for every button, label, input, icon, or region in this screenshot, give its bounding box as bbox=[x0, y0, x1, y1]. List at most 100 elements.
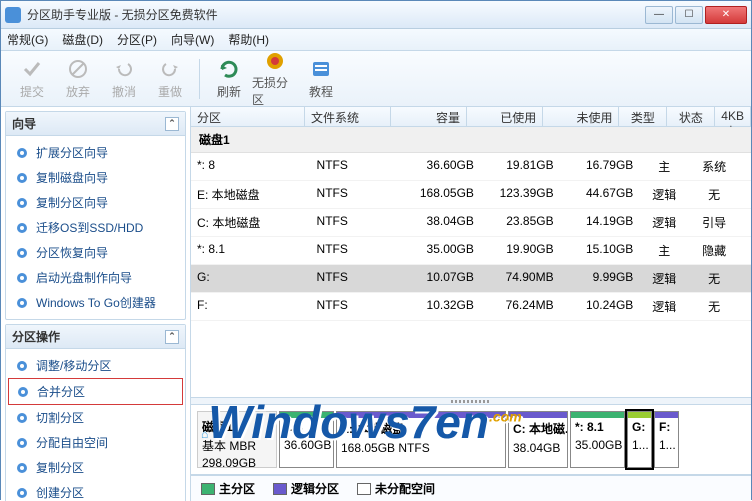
undo-button[interactable]: 撤消 bbox=[101, 54, 147, 104]
menu-partition[interactable]: 分区(P) bbox=[117, 31, 157, 48]
window-title: 分区助手专业版 - 无损分区免费软件 bbox=[27, 6, 645, 23]
partition-row[interactable]: *: 8.1NTFS35.00GB19.90GB15.10GB主隐藏 bbox=[191, 237, 751, 265]
disk-map: 磁盘1基本 MBR298.09GB*: 836.60GBE: 本地磁盘168.0… bbox=[191, 405, 751, 475]
wizard-item-label: Windows To Go创建器 bbox=[36, 294, 156, 311]
col-fs[interactable]: 文件系统 bbox=[305, 107, 391, 126]
discard-icon bbox=[66, 57, 90, 81]
map-segment[interactable]: E: 本地磁盘168.05GB NTFS bbox=[336, 411, 506, 468]
map-segment[interactable]: G:1... bbox=[627, 411, 652, 468]
redo-icon bbox=[158, 57, 182, 81]
ops-icon bbox=[15, 384, 31, 400]
col-partition[interactable]: 分区 bbox=[191, 107, 305, 126]
wizard-icon bbox=[14, 145, 30, 161]
col-type[interactable]: 类型 bbox=[619, 107, 667, 126]
tutorial-button[interactable]: 教程 bbox=[298, 54, 344, 104]
legend-unalloc: 未分配空间 bbox=[357, 480, 435, 497]
wizard-icon bbox=[14, 245, 30, 261]
app-icon bbox=[5, 7, 21, 23]
wizard-icon bbox=[14, 270, 30, 286]
map-segment[interactable]: *: 8.135.00GB bbox=[570, 411, 625, 468]
minimize-button[interactable]: — bbox=[645, 6, 673, 24]
ops-item-label: 切割分区 bbox=[36, 409, 84, 426]
partition-row[interactable]: F:NTFS10.32GB76.24MB10.24GB逻辑无 bbox=[191, 293, 751, 321]
wizard-item-label: 扩展分区向导 bbox=[36, 144, 108, 161]
ops-panel: 分区操作⌃ 调整/移动分区合并分区切割分区分配自由空间复制分区创建分区删除分区格… bbox=[5, 324, 186, 501]
col-status[interactable]: 状态 bbox=[667, 107, 715, 126]
wizard-item-label: 复制分区向导 bbox=[36, 194, 108, 211]
maximize-button[interactable]: ☐ bbox=[675, 6, 703, 24]
ops-item[interactable]: 分配自由空间 bbox=[8, 430, 183, 455]
wizard-item[interactable]: 复制分区向导 bbox=[8, 190, 183, 215]
ops-icon bbox=[14, 435, 30, 451]
ops-item[interactable]: 复制分区 bbox=[8, 455, 183, 480]
wizard-item[interactable]: 分区恢复向导 bbox=[8, 240, 183, 265]
disk-info[interactable]: 磁盘1基本 MBR298.09GB bbox=[197, 411, 277, 468]
menu-wizard[interactable]: 向导(W) bbox=[171, 31, 214, 48]
splitter[interactable] bbox=[191, 397, 751, 405]
ops-item-label: 复制分区 bbox=[36, 459, 84, 476]
partition-row[interactable]: G:NTFS10.07GB74.90MB9.99GB逻辑无 bbox=[191, 265, 751, 293]
col-unused[interactable]: 未使用 bbox=[543, 107, 619, 126]
col-used[interactable]: 已使用 bbox=[467, 107, 543, 126]
map-segment[interactable]: *: 836.60GB bbox=[279, 411, 334, 468]
ops-icon bbox=[14, 358, 30, 374]
ops-item[interactable]: 切割分区 bbox=[8, 405, 183, 430]
collapse-icon[interactable]: ⌃ bbox=[165, 117, 179, 131]
menu-help[interactable]: 帮助(H) bbox=[228, 31, 269, 48]
partition-row[interactable]: E: 本地磁盘NTFS168.05GB123.39GB44.67GB逻辑无 bbox=[191, 181, 751, 209]
grid-body[interactable]: 磁盘1*: 8NTFS36.60GB19.81GB16.79GB主系统E: 本地… bbox=[191, 127, 751, 397]
close-button[interactable]: ✕ bbox=[705, 6, 747, 24]
ops-item-label: 创建分区 bbox=[36, 484, 84, 501]
redo-button[interactable]: 重做 bbox=[147, 54, 193, 104]
col-capacity[interactable]: 容量 bbox=[391, 107, 467, 126]
ops-item-label: 合并分区 bbox=[37, 383, 85, 400]
ops-item[interactable]: 合并分区 bbox=[8, 378, 183, 405]
wizard-item[interactable]: 复制磁盘向导 bbox=[8, 165, 183, 190]
partition-row[interactable]: C: 本地磁盘NTFS38.04GB23.85GB14.19GB逻辑引导 bbox=[191, 209, 751, 237]
wizard-item[interactable]: Windows To Go创建器 bbox=[8, 290, 183, 315]
ops-icon bbox=[14, 485, 30, 501]
wizard-icon bbox=[14, 170, 30, 186]
ops-item-label: 调整/移动分区 bbox=[36, 357, 111, 374]
check-icon bbox=[20, 57, 44, 81]
lossless-button[interactable]: 无损分区 bbox=[252, 54, 298, 104]
titlebar: 分区助手专业版 - 无损分区免费软件 — ☐ ✕ bbox=[1, 1, 751, 29]
legend-primary: 主分区 bbox=[201, 480, 255, 497]
ops-icon bbox=[14, 460, 30, 476]
ops-item-label: 分配自由空间 bbox=[36, 434, 108, 451]
discard-button[interactable]: 放弃 bbox=[55, 54, 101, 104]
map-segment[interactable]: C: 本地磁...38.04GB bbox=[508, 411, 568, 468]
wizard-panel-title: 向导 bbox=[12, 115, 36, 132]
legend: 主分区 逻辑分区 未分配空间 bbox=[191, 475, 751, 501]
sidebar: 向导 ⌃ 扩展分区向导复制磁盘向导复制分区向导迁移OS到SSD/HDD 分区恢复向导… bbox=[1, 107, 191, 501]
col-4k[interactable]: 4KB对 bbox=[715, 107, 751, 126]
ops-item[interactable]: 创建分区 bbox=[8, 480, 183, 501]
partition-icon bbox=[263, 50, 287, 72]
legend-logical: 逻辑分区 bbox=[273, 480, 339, 497]
wizard-item-label: 复制磁盘向导 bbox=[36, 169, 108, 186]
wizard-item-label: 迁移OS到SSD/HDD bbox=[36, 219, 143, 236]
refresh-button[interactable]: 刷新 bbox=[206, 54, 252, 104]
refresh-icon bbox=[217, 57, 241, 81]
menu-disk[interactable]: 磁盘(D) bbox=[62, 31, 103, 48]
submit-button[interactable]: 提交 bbox=[9, 54, 55, 104]
wizard-item-label: 分区恢复向导 bbox=[36, 244, 108, 261]
ops-item[interactable]: 调整/移动分区 bbox=[8, 353, 183, 378]
content-area: 分区 文件系统 容量 已使用 未使用 类型 状态 4KB对 磁盘1*: 8NTF… bbox=[191, 107, 751, 501]
disk-row[interactable]: 磁盘1 bbox=[191, 127, 751, 153]
wizard-icon bbox=[14, 195, 30, 211]
toolbar: 提交 放弃 撤消 重做 刷新 无损分区 教程 bbox=[1, 51, 751, 107]
collapse-icon[interactable]: ⌃ bbox=[165, 330, 179, 344]
wizard-item[interactable]: 迁移OS到SSD/HDD bbox=[8, 215, 183, 240]
ops-icon bbox=[14, 410, 30, 426]
grid-header: 分区 文件系统 容量 已使用 未使用 类型 状态 4KB对 bbox=[191, 107, 751, 127]
undo-icon bbox=[112, 57, 136, 81]
map-segment[interactable]: F:1... bbox=[654, 411, 679, 468]
menu-general[interactable]: 常规(G) bbox=[7, 31, 48, 48]
wizard-panel: 向导 ⌃ 扩展分区向导复制磁盘向导复制分区向导迁移OS到SSD/HDD 分区恢复向导… bbox=[5, 111, 186, 320]
wizard-item[interactable]: 扩展分区向导 bbox=[8, 140, 183, 165]
wizard-item-label: 启动光盘制作向导 bbox=[36, 269, 132, 286]
wizard-item[interactable]: 启动光盘制作向导 bbox=[8, 265, 183, 290]
partition-row[interactable]: *: 8NTFS36.60GB19.81GB16.79GB主系统 bbox=[191, 153, 751, 181]
wizard-icon bbox=[14, 220, 30, 236]
